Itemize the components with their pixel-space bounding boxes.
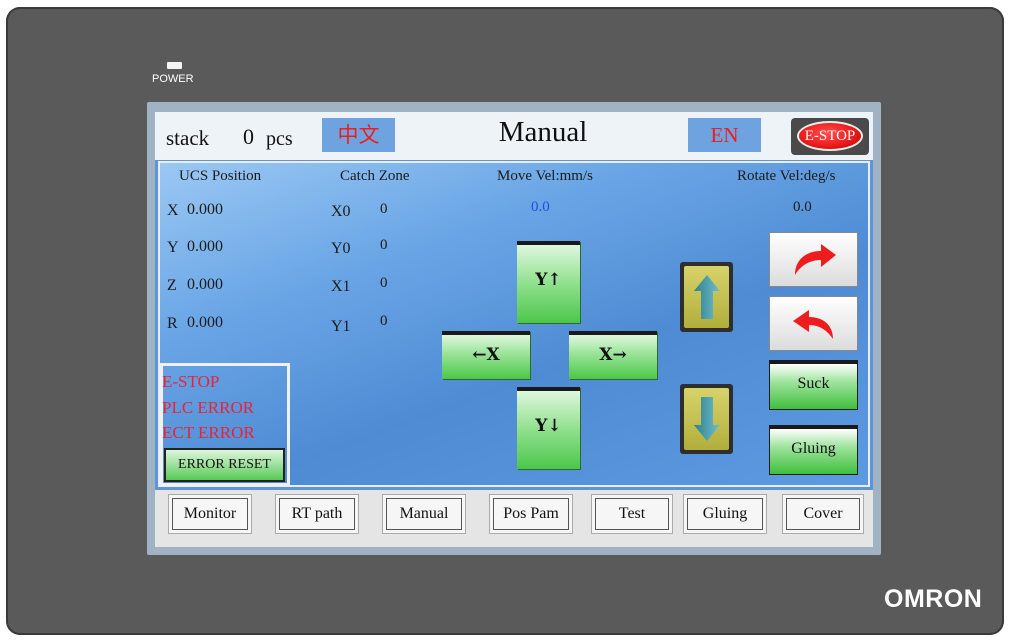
jog-z-down-button[interactable] [680, 384, 733, 454]
tab-cover[interactable]: Cover [782, 494, 864, 534]
move-velocity-header: Move Vel:mm/s [497, 168, 593, 184]
power-label: POWER [152, 73, 194, 85]
tab-cover-label: Cover [786, 498, 860, 530]
tab-manual-label: Manual [386, 498, 462, 530]
tab-monitor[interactable]: Monitor [168, 494, 252, 534]
ucs-y-value: 0.000 [187, 238, 223, 255]
tab-test[interactable]: Test [591, 494, 673, 534]
ucs-z-axis: Z [167, 277, 177, 294]
jog-x-left-button[interactable]: ←X [442, 331, 530, 379]
jog-z-up-button[interactable] [680, 262, 733, 332]
rotate-velocity-header: Rotate Vel:deg/s [737, 168, 836, 184]
gluing-button[interactable]: Gluing [769, 425, 858, 475]
jog-y-down-button[interactable]: Y↓ [517, 387, 580, 469]
plc-error-status-text: PLC ERROR [162, 398, 255, 417]
arrow-up-icon [693, 275, 720, 319]
ucs-z-value: 0.000 [187, 276, 223, 293]
catch-zone-y1-value[interactable]: 0 [380, 313, 388, 330]
tab-rt-path-label: RT path [279, 498, 355, 530]
move-velocity-value[interactable]: 0.0 [531, 199, 550, 216]
catch-zone-y0-label: Y0 [331, 240, 351, 257]
jog-y-up-button[interactable]: Y↑ [517, 241, 580, 323]
arrow-down-icon [693, 397, 720, 441]
page-title: Manual [498, 116, 588, 148]
ucs-x-axis: X [167, 202, 179, 219]
ucs-position-header: UCS Position [179, 168, 262, 184]
hmi-screen: stack 0 pcs 中文 Manual EN E-STOP UCS Posi… [155, 112, 873, 547]
estop-status-text: E-STOP [162, 372, 220, 391]
catch-zone-x1-value[interactable]: 0 [380, 275, 388, 292]
catch-zone-x0-value[interactable]: 0 [380, 201, 388, 218]
tab-pos-pam[interactable]: Pos Pam [489, 494, 573, 534]
rotate-ccw-icon [792, 309, 833, 339]
brand-logo: OMRON [884, 585, 983, 613]
catch-zone-y0-value[interactable]: 0 [380, 237, 388, 254]
header-bar: stack 0 pcs 中文 Manual EN E-STOP [155, 112, 873, 160]
error-reset-button[interactable]: ERROR RESET [164, 448, 285, 482]
english-language-button[interactable]: EN [688, 118, 761, 152]
power-led [167, 62, 182, 69]
stack-label: stack [166, 126, 210, 150]
rotate-velocity-value[interactable]: 0.0 [793, 199, 812, 216]
tab-pos-pam-label: Pos Pam [493, 498, 569, 530]
catch-zone-header: Catch Zone [340, 168, 410, 184]
tab-manual[interactable]: Manual [382, 494, 466, 534]
tab-monitor-label: Monitor [172, 498, 248, 530]
rotate-counterclockwise-button[interactable] [769, 296, 858, 351]
suck-button[interactable]: Suck [769, 360, 858, 410]
jog-x-right-button[interactable]: X→ [569, 331, 657, 379]
tab-gluing-label: Gluing [687, 498, 763, 530]
ucs-r-value: 0.000 [187, 314, 223, 331]
tab-rt-path[interactable]: RT path [275, 494, 359, 534]
catch-zone-x0-label: X0 [331, 203, 351, 220]
ucs-x-value: 0.000 [187, 201, 223, 218]
estop-label: E-STOP [797, 121, 863, 151]
tab-test-label: Test [595, 498, 669, 530]
catch-zone-x1-label: X1 [331, 278, 351, 295]
tab-gluing[interactable]: Gluing [683, 494, 767, 534]
estop-button[interactable]: E-STOP [791, 118, 869, 155]
rotate-clockwise-button[interactable] [769, 232, 858, 287]
ect-error-status-text: ECT ERROR [162, 423, 255, 442]
stack-unit: pcs [266, 128, 293, 150]
rotate-cw-icon [794, 243, 836, 275]
stack-count: 0 [243, 124, 254, 149]
chinese-language-button[interactable]: 中文 [322, 118, 395, 152]
catch-zone-y1-label: Y1 [331, 318, 351, 335]
ucs-y-axis: Y [167, 239, 179, 256]
navigation-tab-bar: Monitor RT path Manual Pos Pam Test Glui… [155, 490, 873, 547]
ucs-r-axis: R [167, 315, 178, 332]
